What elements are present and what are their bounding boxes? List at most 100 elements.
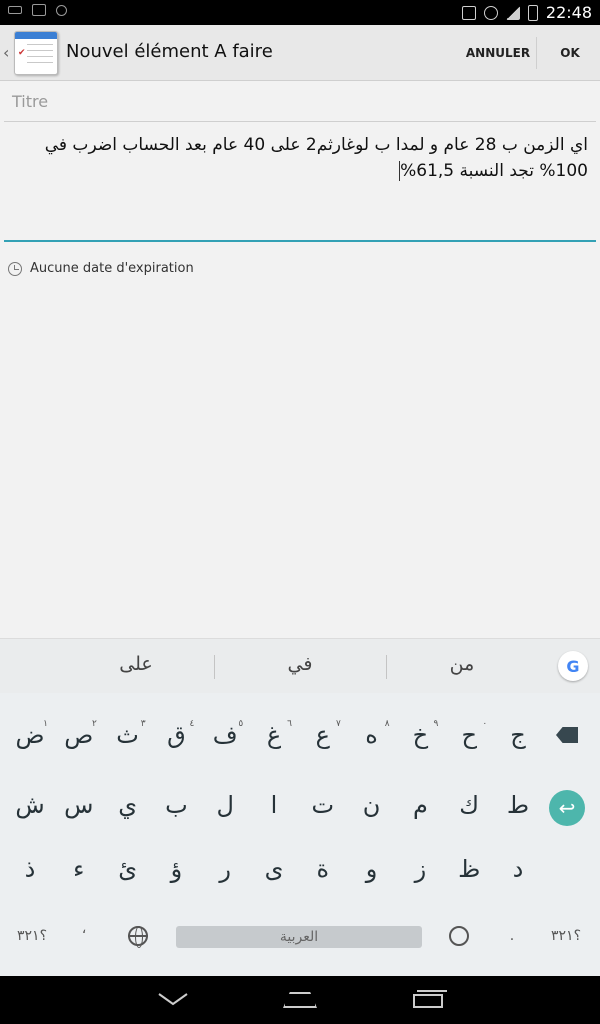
- key-label: س: [64, 791, 94, 819]
- suggestion-2[interactable]: في: [240, 653, 360, 675]
- navigation-bar: [0, 976, 600, 1024]
- row2-key-0[interactable]: ش: [6, 777, 54, 833]
- symbols-key-right[interactable]: ؟٣٢١: [542, 908, 590, 964]
- key-label: ئ: [118, 855, 137, 883]
- row2-key-4[interactable]: ل: [201, 777, 249, 833]
- row1-key-1[interactable]: ص٢: [55, 707, 103, 763]
- row2-key-1[interactable]: س: [55, 777, 103, 833]
- row3-key-8[interactable]: ز: [396, 841, 444, 897]
- action-divider: [536, 37, 537, 69]
- row3-key-5[interactable]: ى: [250, 841, 298, 897]
- key-label: غ: [266, 721, 282, 749]
- row3-key-2[interactable]: ئ: [104, 841, 152, 897]
- check-icon: ✔: [18, 48, 26, 58]
- row3-key-1[interactable]: ء: [55, 841, 103, 897]
- suggestion-divider: [386, 655, 387, 679]
- key-label: ط: [506, 791, 530, 819]
- key-label: خ: [412, 721, 429, 749]
- key-label: ب: [165, 791, 188, 819]
- backspace-icon: [556, 727, 578, 743]
- keyboard: ض١ص٢ث٣ق٤ف٥غ٦ع٧ه٨خ٩ح٠ج شسيبلاتنمكط ↩ ذءئؤ…: [0, 693, 600, 977]
- key-label: و: [365, 855, 378, 883]
- row1-key-2[interactable]: ث٣: [104, 707, 152, 763]
- key-label: ث: [116, 721, 139, 749]
- key-label: ص: [64, 721, 94, 749]
- globe-icon: [128, 926, 148, 948]
- key-hint: ٥: [238, 719, 244, 729]
- body-input[interactable]: اي الزمن ب 28 عام و لمدا ب لوغارثم2 على …: [4, 126, 596, 242]
- row3-key-7[interactable]: و: [348, 841, 396, 897]
- row3-key-3[interactable]: ؤ: [152, 841, 200, 897]
- body-text: اي الزمن ب 28 عام و لمدا ب لوغارثم2 على …: [44, 135, 588, 181]
- key-hint: ٤: [189, 719, 195, 729]
- enter-key[interactable]: ↩: [543, 780, 591, 836]
- google-icon[interactable]: G: [558, 651, 588, 681]
- row1-key-6[interactable]: ع٧: [299, 707, 347, 763]
- row2-key-2[interactable]: ي: [104, 777, 152, 833]
- period-key[interactable]: .: [488, 908, 536, 964]
- row2-key-6[interactable]: ت: [299, 777, 347, 833]
- row2-key-7[interactable]: ن: [348, 777, 396, 833]
- row3-key-6[interactable]: ة: [299, 841, 347, 897]
- row2-key-3[interactable]: ب: [152, 777, 200, 833]
- row1-key-10[interactable]: ج: [494, 707, 542, 763]
- row1-key-4[interactable]: ف٥: [201, 707, 249, 763]
- battery-icon: [527, 4, 538, 21]
- suggestion-3[interactable]: من: [402, 653, 522, 675]
- row2-key-10[interactable]: ط: [494, 777, 542, 833]
- space-key[interactable]: العربية: [176, 926, 422, 948]
- key-hint: ٦: [287, 719, 292, 729]
- row2-key-9[interactable]: ك: [445, 777, 493, 833]
- row1-key-0[interactable]: ض١: [6, 707, 54, 763]
- cancel-button[interactable]: ANNULER: [462, 25, 534, 81]
- row2-key-5[interactable]: ا: [250, 777, 298, 833]
- suggestion-bar: على في من G: [0, 638, 600, 693]
- signal-icon: [505, 5, 520, 20]
- clock-icon: [8, 261, 22, 276]
- keyboard-notification-icon: [8, 6, 22, 14]
- key-label: ع: [315, 721, 330, 749]
- row1-key-9[interactable]: ح٠: [445, 707, 493, 763]
- key-label: ء: [73, 855, 85, 883]
- key-hint: ٨: [384, 719, 390, 729]
- row1-key-5[interactable]: غ٦: [250, 707, 298, 763]
- key-hint: ٩: [433, 719, 439, 729]
- key-label: ه: [365, 721, 378, 749]
- mute-icon: [461, 5, 476, 20]
- key-label: ز: [414, 855, 427, 883]
- expiry-row[interactable]: Aucune date d'expiration: [8, 261, 194, 276]
- row2-key-8[interactable]: م: [396, 777, 444, 833]
- search-notification-icon: [56, 4, 67, 16]
- symbols-key-left[interactable]: ؟٣٢١: [8, 908, 56, 964]
- app-icon[interactable]: ✔: [14, 31, 58, 75]
- key-hint: ٣: [140, 719, 146, 729]
- key-hint: ٧: [335, 719, 341, 729]
- row1-key-3[interactable]: ق٤: [152, 707, 200, 763]
- row3-key-4[interactable]: ر: [201, 841, 249, 897]
- language-key[interactable]: [114, 908, 162, 964]
- row1-key-7[interactable]: ه٨: [348, 707, 396, 763]
- enter-icon: ↩: [549, 790, 585, 826]
- alarm-icon: [483, 5, 498, 20]
- nav-home-icon[interactable]: [283, 992, 317, 1008]
- row3-key-0[interactable]: ذ: [6, 841, 54, 897]
- image-notification-icon: [32, 4, 46, 16]
- page-title: Nouvel élément A faire: [66, 41, 273, 62]
- key-label: ق: [167, 721, 186, 749]
- suggestion-1[interactable]: على: [76, 653, 196, 675]
- comma-key[interactable]: ،: [60, 901, 108, 957]
- nav-recents-icon[interactable]: [413, 990, 447, 1008]
- ok-button[interactable]: OK: [540, 25, 600, 81]
- nav-back-icon[interactable]: [158, 992, 188, 1006]
- row3-key-9[interactable]: ظ: [445, 841, 493, 897]
- emoji-key[interactable]: [435, 908, 483, 964]
- key-label: ج: [510, 721, 526, 749]
- backspace-key[interactable]: [543, 707, 591, 763]
- row3-key-10[interactable]: د: [494, 841, 542, 897]
- title-input[interactable]: Titre: [4, 84, 596, 122]
- key-label: م: [412, 791, 428, 819]
- emoji-icon: [449, 926, 469, 946]
- key-label: ف: [212, 721, 238, 749]
- back-chevron-icon[interactable]: ‹: [3, 43, 9, 62]
- row1-key-8[interactable]: خ٩: [396, 707, 444, 763]
